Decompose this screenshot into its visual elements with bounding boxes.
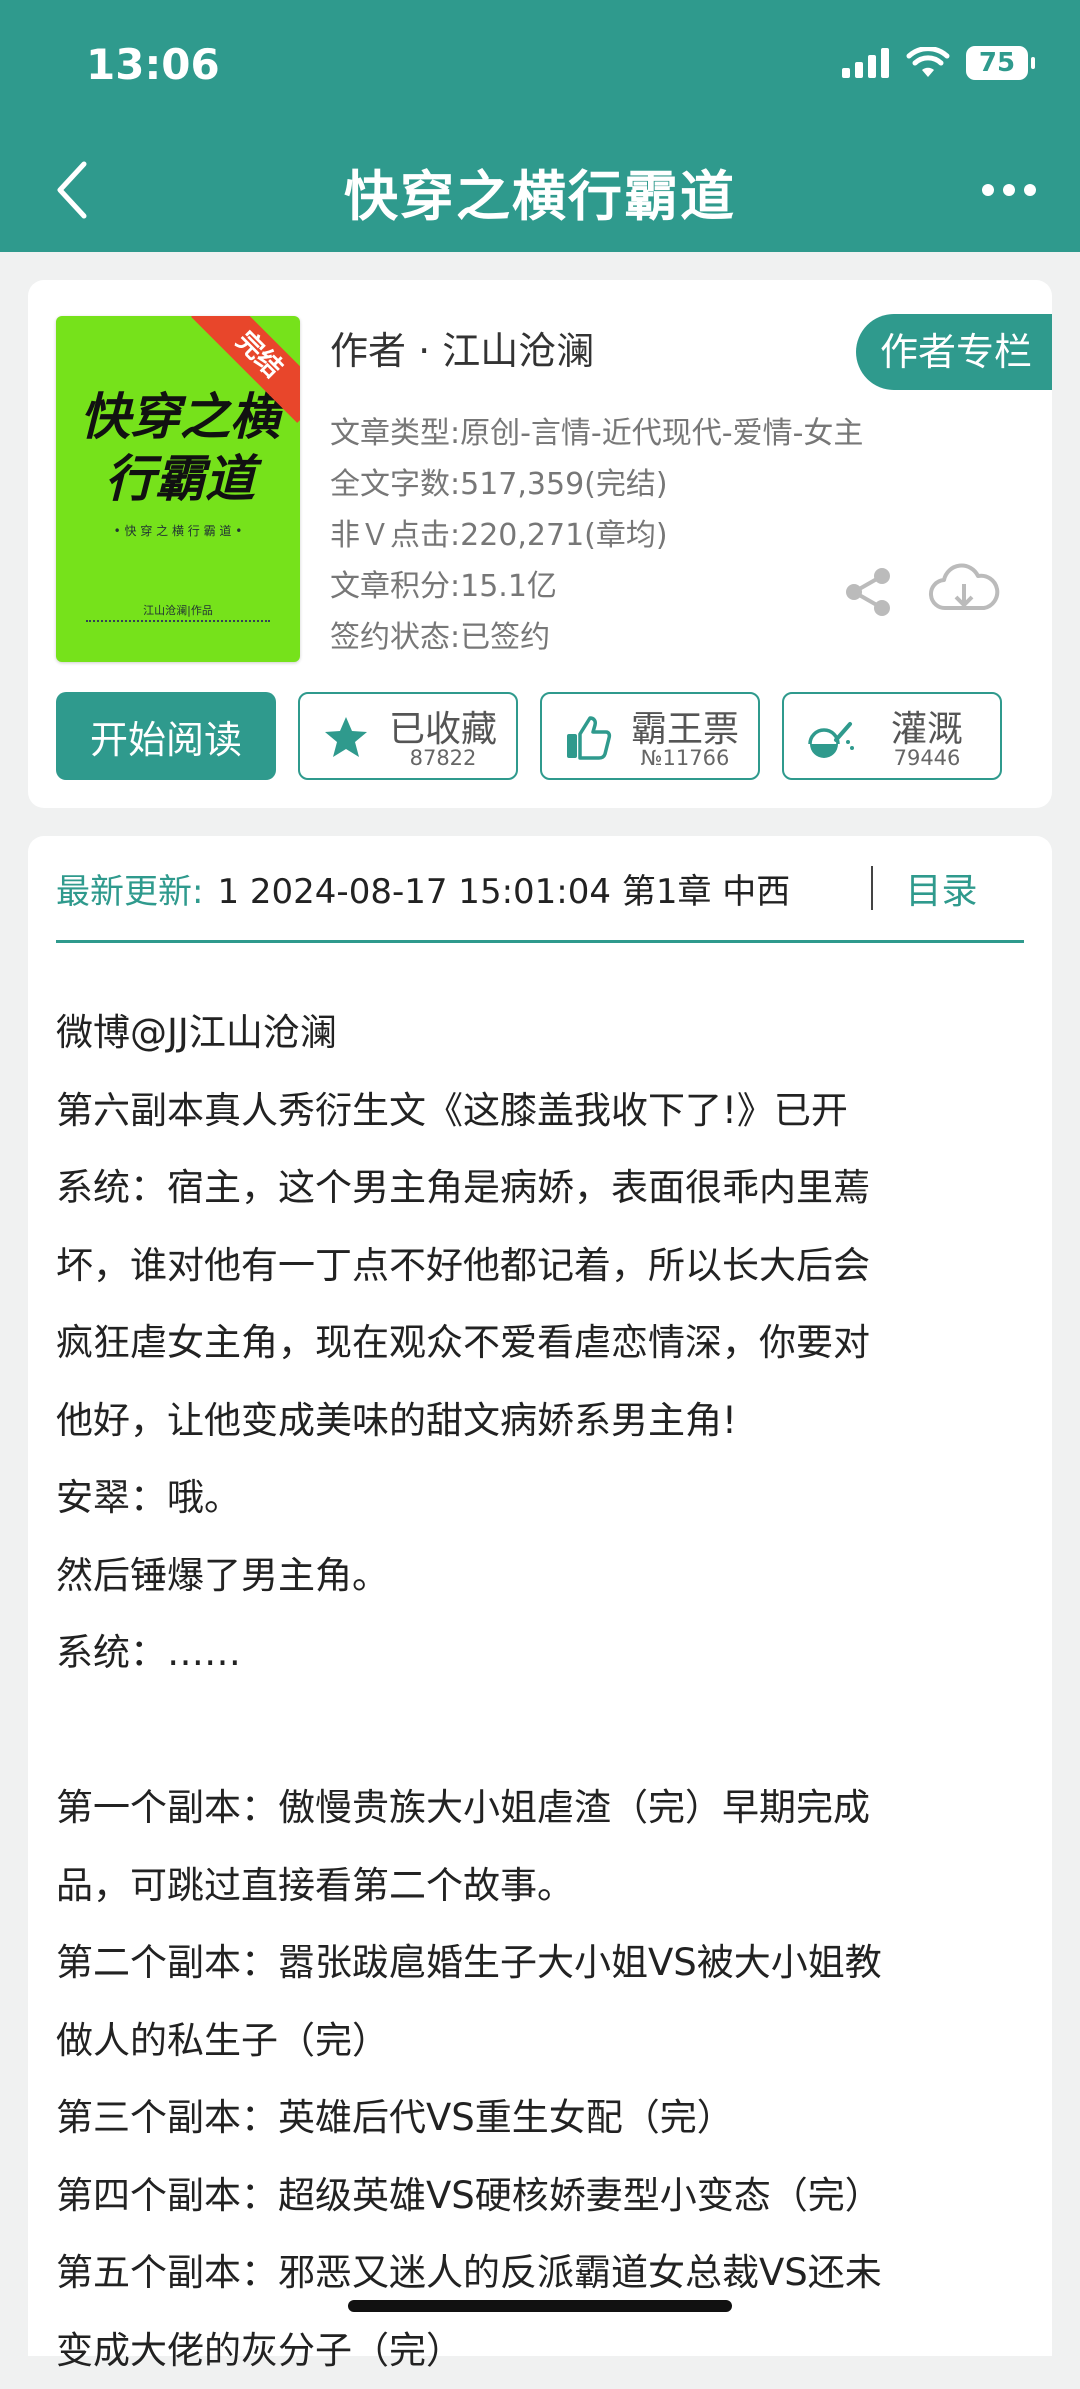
author-name[interactable]: 作者 · 江山沧澜 <box>330 320 594 375</box>
vote-count: №11766 <box>622 746 748 770</box>
update-text[interactable]: 1 2024-08-17 15:01:04 第1章 中西 <box>217 864 837 913</box>
cover-title: 快穿之横行霸道 <box>80 386 280 510</box>
cover-author: 江山沧澜|作品 <box>56 602 300 618</box>
book-info-card: 快穿之横行霸道 • 快 穿 之 横 行 霸 道 • 江山沧澜|作品 完结 作者 … <box>28 280 1052 808</box>
intro-line: 做人的私生子（完） <box>56 2002 1028 2080</box>
update-divider <box>871 866 873 910</box>
vote-button[interactable]: 霸王票 №11766 <box>540 692 760 780</box>
intro-text: 微博@JJ江山沧澜 第六副本真人秀衍生文《这膝盖我收下了!》已开 系统：宿主，这… <box>56 994 1028 2389</box>
water-label: 灌溉 <box>864 700 990 752</box>
water-count: 79446 <box>864 746 990 770</box>
page-title: 快穿之横行霸道 <box>0 152 1080 231</box>
intro-line: 系统：宿主，这个男主角是病娇，表面很乖内里蔫 <box>56 1149 1028 1227</box>
intro-line: 变成大佬的灰分子（完） <box>56 2312 1028 2389</box>
signal-icon <box>842 48 890 78</box>
cover-subtitle: • 快 穿 之 横 行 霸 道 • <box>56 522 300 539</box>
watering-can-icon <box>806 714 854 762</box>
latest-update-bar[interactable]: 最新更新: 1 2024-08-17 15:01:04 第1章 中西 目录 <box>56 836 1024 943</box>
more-button[interactable] <box>974 170 1044 210</box>
book-meta: 文章类型:原创-言情-近代现代-爱情-女主 全文字数:517,359(完结) 非… <box>330 408 863 663</box>
intro-line: 第一个副本：傲慢贵族大小姐虐渣（完）早期完成 <box>56 1769 1028 1847</box>
cover-divider <box>86 620 270 626</box>
intro-line: 第六副本真人秀衍生文《这膝盖我收下了!》已开 <box>56 1072 1028 1150</box>
meta-genre: 文章类型:原创-言情-近代现代-爱情-女主 <box>330 408 863 459</box>
update-label: 最新更新: <box>56 864 203 913</box>
meta-score: 文章积分:15.1亿 <box>330 561 863 612</box>
toc-link[interactable]: 目录 <box>905 862 977 914</box>
intro-line: 安翠：哦。 <box>56 1459 1028 1537</box>
water-button[interactable]: 灌溉 79446 <box>782 692 1002 780</box>
download-button[interactable] <box>928 562 1000 622</box>
share-icon <box>840 564 896 620</box>
author-column-button[interactable]: 作者专栏 <box>856 314 1052 390</box>
intro-line: 疯狂虐女主角，现在观众不爱看虐恋情深，你要对 <box>56 1304 1028 1382</box>
more-icon <box>974 170 1044 210</box>
intro-line: 坏，谁对他有一丁点不好他都记着，所以长大后会 <box>56 1227 1028 1305</box>
intro-line: 第四个副本：超级英雄VS硬核娇妻型小变态（完） <box>56 2157 1028 2235</box>
book-cover[interactable]: 快穿之横行霸道 • 快 穿 之 横 行 霸 道 • 江山沧澜|作品 完结 <box>56 316 300 662</box>
wifi-icon <box>906 47 950 79</box>
star-icon <box>322 714 370 762</box>
share-button[interactable] <box>840 564 896 620</box>
action-row: 开始阅读 已收藏 87822 霸王票 №11766 灌溉 79446 <box>56 692 1024 780</box>
intro-line: 微博@JJ江山沧澜 <box>56 994 1028 1072</box>
meta-clicks: 非Ｖ点击:220,271(章均) <box>330 510 863 561</box>
favorite-count: 87822 <box>380 746 506 770</box>
battery-icon: 75 <box>966 46 1028 80</box>
top-bar: 13:06 75 快穿之横行霸道 <box>0 0 1080 252</box>
vote-label: 霸王票 <box>622 700 748 752</box>
favorite-label: 已收藏 <box>380 700 506 752</box>
intro-card: 最新更新: 1 2024-08-17 15:01:04 第1章 中西 目录 微博… <box>28 836 1052 2356</box>
status-time: 13:06 <box>86 40 220 89</box>
meta-word-count: 全文字数:517,359(完结) <box>330 459 863 510</box>
intro-line: 品，可跳过直接看第二个故事。 <box>56 1847 1028 1925</box>
thumbs-up-icon <box>564 714 612 762</box>
intro-line: 然后锤爆了男主角。 <box>56 1537 1028 1615</box>
intro-line: 系统：…… <box>56 1614 1028 1692</box>
start-reading-button[interactable]: 开始阅读 <box>56 692 276 780</box>
battery-level: 75 <box>979 48 1015 78</box>
intro-line: 他好，让他变成美味的甜文病娇系男主角! <box>56 1382 1028 1460</box>
intro-line: 第二个副本：嚣张跋扈婚生子大小姐VS被大小姐教 <box>56 1924 1028 2002</box>
intro-line: 第三个副本：英雄后代VS重生女配（完） <box>56 2079 1028 2157</box>
meta-contract: 签约状态:已签约 <box>330 612 863 663</box>
status-icons: 75 <box>842 46 1028 80</box>
home-indicator[interactable] <box>348 2300 732 2312</box>
intro-line <box>56 1692 1028 1770</box>
favorite-button[interactable]: 已收藏 87822 <box>298 692 518 780</box>
cloud-download-icon <box>928 562 1000 622</box>
